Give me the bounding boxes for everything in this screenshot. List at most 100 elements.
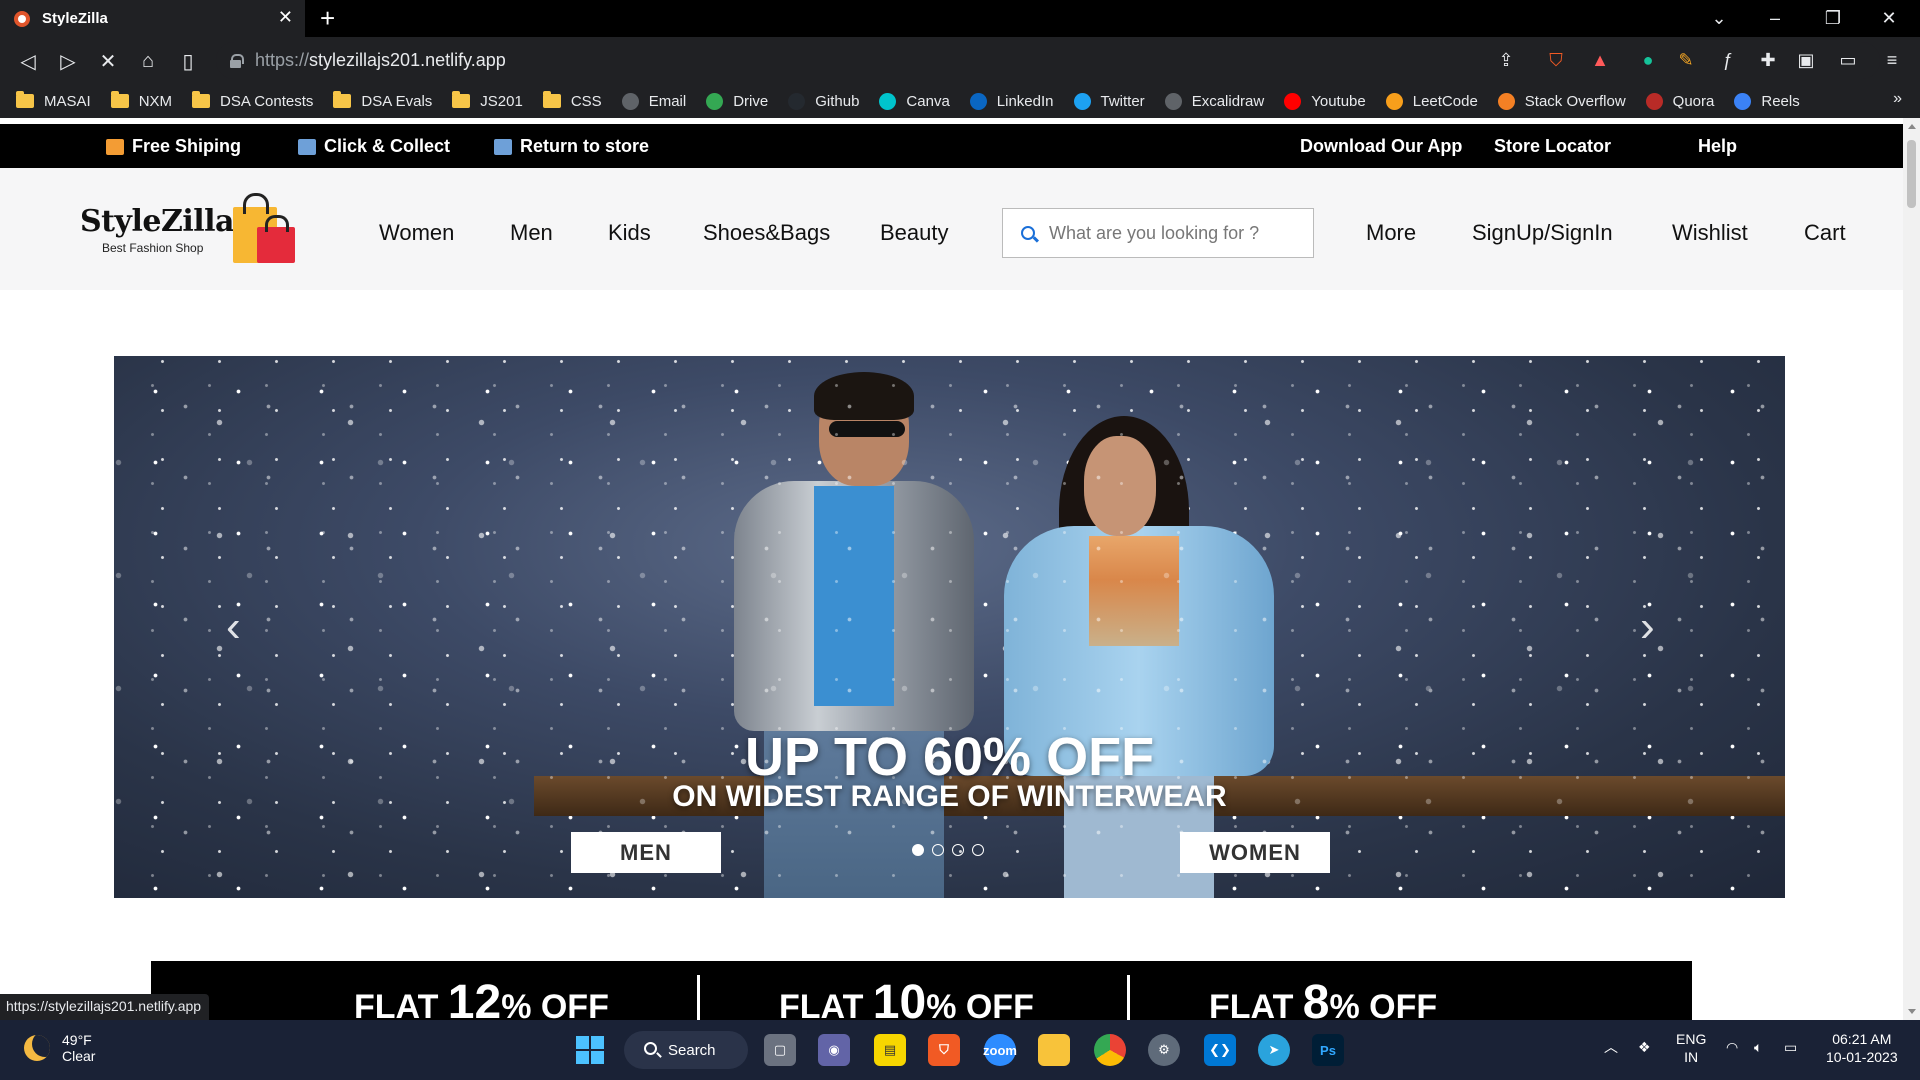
sidebar-icon[interactable]: ▣ — [1792, 46, 1820, 74]
bookmark-item[interactable]: Github — [788, 92, 859, 110]
return-to-store-link[interactable]: Return to store — [494, 136, 649, 157]
search-input[interactable] — [1049, 222, 1299, 244]
offer-item[interactable]: FLAT 10% OFF — [779, 975, 1034, 1020]
wallet-icon[interactable]: ▭ — [1834, 46, 1862, 74]
help-link[interactable]: Help — [1698, 136, 1737, 157]
extensions-icon[interactable]: ✚ — [1754, 46, 1782, 74]
carousel-dot[interactable] — [912, 844, 924, 856]
teams-chat-icon[interactable]: ◉ — [818, 1034, 850, 1066]
store-locator-link[interactable]: Store Locator — [1494, 136, 1611, 157]
bookmark-label: DSA Contests — [220, 92, 314, 110]
sticky-notes-icon[interactable]: ▤ — [874, 1034, 906, 1066]
free-shipping-link[interactable]: Free Shiping — [106, 136, 241, 157]
dropbox-icon[interactable]: ❖ — [1638, 1038, 1651, 1056]
volume-icon[interactable]: 🔈︎ — [1754, 1038, 1762, 1056]
bookmark-item[interactable]: Email — [621, 92, 686, 110]
carousel-dot[interactable] — [932, 844, 944, 856]
address-bar[interactable]: https://stylezillajs201.netlify.app — [216, 42, 1880, 79]
language-indicator[interactable]: ENG IN — [1676, 1030, 1706, 1066]
bookmark-item[interactable]: NXM — [110, 91, 172, 110]
bookmark-item[interactable]: CSS — [542, 91, 602, 110]
search-box[interactable] — [1002, 208, 1314, 258]
stop-loading-icon[interactable]: ✕ — [94, 47, 122, 75]
nav-signup-signin[interactable]: SignUp/SignIn — [1472, 220, 1613, 246]
nav-beauty[interactable]: Beauty — [880, 220, 949, 246]
page-scrollbar[interactable] — [1903, 118, 1920, 1020]
nav-men[interactable]: Men — [510, 220, 553, 246]
more-bookmarks-icon[interactable]: » — [1893, 90, 1902, 108]
close-window-icon[interactable]: ✕ — [1866, 0, 1912, 37]
site-logo[interactable]: StyleZilla Best Fashion Shop — [80, 204, 234, 255]
wifi-icon[interactable]: ◠ — [1726, 1038, 1738, 1056]
forward-icon[interactable]: ▷ — [54, 47, 82, 75]
download-app-link[interactable]: Download Our App — [1300, 136, 1462, 157]
bookmark-item[interactable]: Excalidraw — [1164, 92, 1264, 110]
bookmark-item[interactable]: Drive — [706, 92, 768, 110]
bookmark-item[interactable]: Reels — [1734, 92, 1800, 110]
font-extension-icon[interactable]: ƒ — [1714, 46, 1742, 74]
browser-tab[interactable]: StyleZilla ✕ — [0, 0, 305, 37]
share-icon[interactable]: ⇪ — [1492, 46, 1520, 74]
settings-gear-icon[interactable]: ⚙ — [1148, 1034, 1180, 1066]
globe-icon — [621, 92, 639, 110]
battery-icon[interactable]: ▭ — [1784, 1038, 1797, 1056]
color-picker-icon[interactable]: ✎ — [1672, 46, 1700, 74]
offer-item[interactable]: FLAT 12% OFF — [354, 975, 609, 1020]
chrome-icon[interactable] — [1094, 1034, 1126, 1066]
zoom-icon[interactable]: zoom — [983, 1034, 1017, 1066]
bookmark-item[interactable]: DSA Contests — [192, 91, 314, 110]
grammarly-icon[interactable]: ● — [1634, 46, 1662, 74]
nav-kids[interactable]: Kids — [608, 220, 651, 246]
carousel-next-icon[interactable]: › — [1640, 605, 1670, 649]
new-tab-icon[interactable]: + — [320, 4, 335, 32]
restore-icon[interactable]: ❐ — [1810, 0, 1856, 37]
bookmark-label: MASAI — [44, 92, 91, 110]
offer-item[interactable]: FLAT 8% OFF — [1209, 975, 1437, 1020]
bookmark-item[interactable]: Canva — [879, 92, 950, 110]
telegram-icon[interactable]: ➤ — [1258, 1034, 1290, 1066]
bookmark-item[interactable]: JS201 — [452, 91, 523, 110]
bookmark-item[interactable]: Twitter — [1073, 92, 1145, 110]
address-url[interactable]: https://stylezillajs201.netlify.app — [255, 50, 506, 71]
shop-men-button[interactable]: MEN — [571, 832, 721, 873]
bookmark-item[interactable]: Stack Overflow — [1497, 92, 1626, 110]
brave-shield-icon[interactable]: ⛉ — [1542, 46, 1570, 74]
windows-start-icon[interactable] — [574, 1034, 606, 1066]
brave-rewards-icon[interactable]: ▲ — [1586, 46, 1614, 74]
close-tab-icon[interactable]: ✕ — [278, 8, 293, 26]
carousel-dot[interactable] — [972, 844, 984, 856]
bookmark-item[interactable]: LeetCode — [1385, 92, 1478, 110]
clock[interactable]: 06:21 AM 10-01-2023 — [1826, 1030, 1898, 1066]
vscode-icon[interactable]: ❮❯ — [1204, 1034, 1236, 1066]
minimize-icon[interactable]: – — [1752, 0, 1798, 37]
task-view-icon[interactable]: ▢ — [764, 1034, 796, 1066]
carousel-prev-icon[interactable]: ‹ — [226, 605, 256, 649]
back-icon[interactable]: ◁ — [14, 47, 42, 75]
bookmark-icon[interactable]: ▯ — [174, 47, 202, 75]
bookmark-item[interactable]: LinkedIn — [969, 92, 1054, 110]
photoshop-icon[interactable]: Ps — [1312, 1034, 1344, 1066]
download-icon — [1734, 92, 1752, 110]
tab-search-chevron-icon[interactable]: ⌄ — [1696, 0, 1742, 37]
click-collect-label: Click & Collect — [324, 136, 451, 156]
nav-shoes-bags[interactable]: Shoes&Bags — [703, 220, 830, 246]
site-favicon-icon — [14, 10, 30, 27]
nav-women[interactable]: Women — [379, 220, 454, 246]
bookmark-item[interactable]: MASAI — [16, 91, 91, 110]
bookmark-item[interactable]: Quora — [1645, 92, 1714, 110]
nav-cart[interactable]: Cart — [1804, 220, 1846, 246]
taskbar-search[interactable]: Search — [624, 1031, 748, 1069]
nav-wishlist[interactable]: Wishlist — [1672, 220, 1748, 246]
bookmark-item[interactable]: Youtube — [1284, 92, 1366, 110]
show-hidden-icons-icon[interactable]: ︿ — [1604, 1038, 1618, 1056]
carousel-dot[interactable] — [952, 844, 964, 856]
click-collect-link[interactable]: Click & Collect — [298, 136, 450, 157]
bookmark-item[interactable]: DSA Evals — [333, 91, 432, 110]
menu-icon[interactable]: ≡ — [1878, 46, 1906, 74]
nav-more[interactable]: More — [1366, 220, 1416, 246]
brave-browser-icon[interactable]: ⛉ — [928, 1034, 960, 1066]
weather-widget[interactable]: 49°F Clear — [24, 1032, 95, 1064]
file-explorer-icon[interactable] — [1038, 1034, 1070, 1066]
shop-women-button[interactable]: WOMEN — [1180, 832, 1330, 873]
home-icon[interactable]: ⌂ — [134, 47, 162, 75]
